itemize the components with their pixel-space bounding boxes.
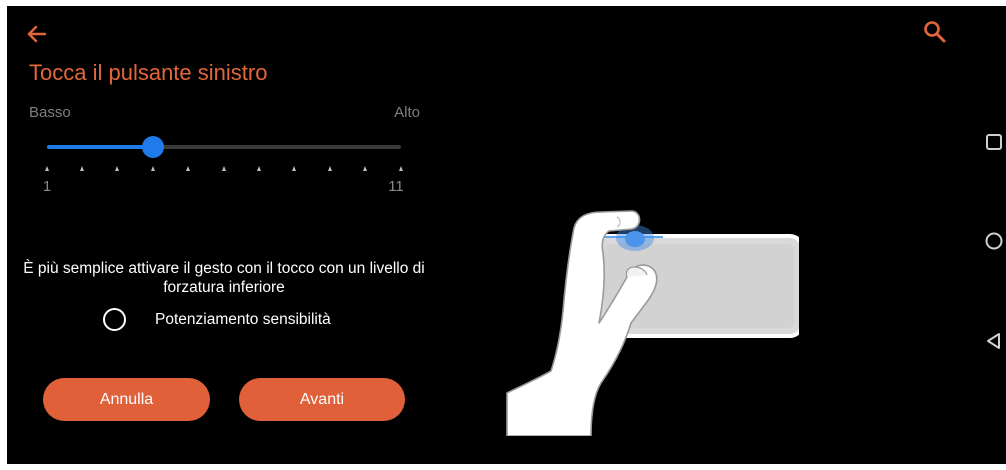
slider-tick	[221, 166, 226, 171]
sensitivity-boost-radio[interactable]	[103, 308, 126, 331]
nav-back-button[interactable]	[983, 330, 1005, 352]
slider-thumb[interactable]	[142, 136, 165, 158]
back-button[interactable]	[23, 20, 51, 48]
slider-tick	[115, 166, 120, 171]
slider-max-label: 11	[388, 178, 404, 195]
slider-tick	[292, 166, 297, 171]
square-icon	[986, 134, 1002, 150]
slider-tick	[327, 166, 332, 171]
next-button[interactable]: Avanti	[239, 378, 405, 421]
slider-tick	[363, 166, 368, 171]
slider-tick	[79, 166, 84, 171]
sensitivity-slider[interactable]	[47, 136, 401, 158]
search-icon	[924, 21, 946, 43]
slider-ticks	[44, 166, 403, 174]
slider-tick	[398, 166, 403, 171]
hand-tap-illustration	[506, 210, 799, 436]
hint-text: È più semplice attivare il gesto con il …	[23, 260, 425, 296]
home-button[interactable]	[983, 230, 1005, 252]
page-title: Tocca il pulsante sinistro	[29, 60, 268, 85]
triangle-back-icon	[987, 333, 1000, 349]
cancel-button[interactable]: Annulla	[43, 378, 210, 421]
slider-tick	[256, 166, 261, 171]
search-button[interactable]	[921, 18, 949, 46]
screen: Tocca il pulsante sinistro Basso Alto 1 …	[7, 6, 1006, 464]
slider-tick	[44, 166, 49, 171]
recent-apps-button[interactable]	[983, 131, 1005, 153]
arrow-left-icon	[27, 25, 47, 43]
slider-label-low: Basso	[29, 104, 71, 121]
slider-fill	[47, 145, 154, 149]
slider-tick	[150, 166, 155, 171]
sensitivity-boost-label: Potenziamento sensibilità	[155, 311, 331, 328]
circle-icon	[985, 232, 1003, 250]
slider-label-high: Alto	[394, 104, 420, 121]
slider-tick	[186, 166, 191, 171]
slider-min-label: 1	[42, 178, 52, 195]
